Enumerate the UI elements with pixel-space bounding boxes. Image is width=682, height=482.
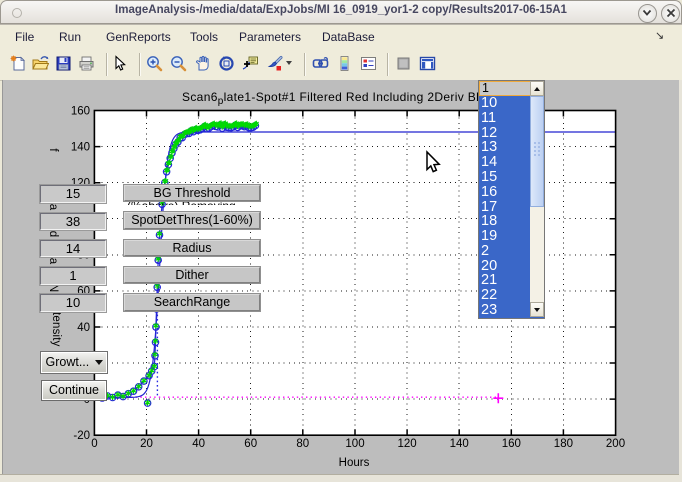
svg-text:40: 40 xyxy=(77,322,90,334)
svg-text:80: 80 xyxy=(296,438,309,450)
svg-text:0: 0 xyxy=(91,438,97,450)
svg-text:Scan6plate1-Spot#1 Filtered Re: Scan6plate1-Spot#1 Filtered Red Includin… xyxy=(182,90,517,107)
svg-text:20: 20 xyxy=(140,438,153,450)
svg-text:60: 60 xyxy=(244,438,257,450)
svg-text:100: 100 xyxy=(345,438,364,450)
svg-text:120: 120 xyxy=(398,438,417,450)
svg-text:140: 140 xyxy=(450,438,469,450)
svg-text:200: 200 xyxy=(606,438,625,450)
svg-text:160: 160 xyxy=(502,438,521,450)
svg-text:Hours: Hours xyxy=(339,457,370,469)
svg-text:180: 180 xyxy=(554,438,573,450)
svg-text:-20: -20 xyxy=(73,430,90,442)
svg-text:140: 140 xyxy=(71,141,90,153)
svg-text:40: 40 xyxy=(192,438,205,450)
svg-text:160: 160 xyxy=(71,105,90,117)
